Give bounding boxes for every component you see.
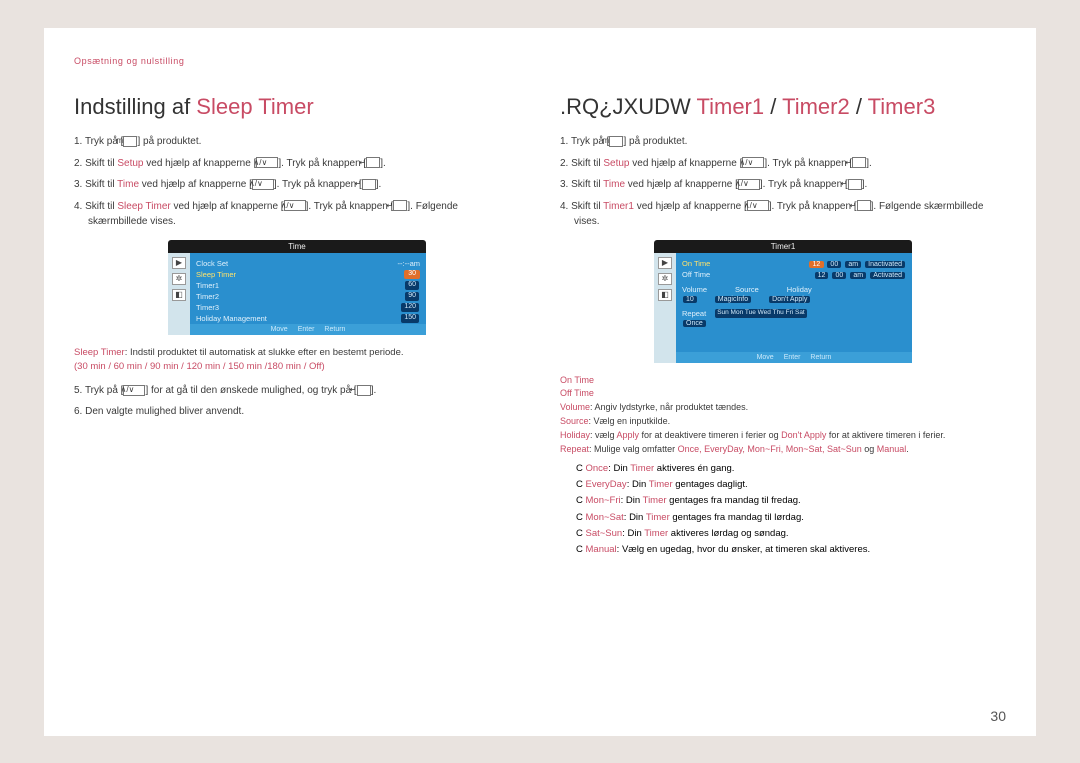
list-item: C EveryDay: Din Timer gentages dagligt. <box>560 477 1006 493</box>
step-1: 1. Tryk på [m] på produktet. <box>74 134 520 150</box>
left-column: Indstilling af Sleep Timer 1. Tryk på [m… <box>74 94 520 558</box>
osd-sidebar: ▶ ✲ ◧ <box>168 253 190 335</box>
heading-plain: .RQ¿JXUDW <box>560 94 696 119</box>
step-6: 6. Den valgte mulighed bliver anvendt. <box>74 404 520 420</box>
step-4: 4. Skift til Timer1 ved hjælp af knapper… <box>560 199 1006 230</box>
updown-icon: ∧/∨ <box>742 157 764 168</box>
list-item: C Once: Din Timer aktiveres én gang. <box>560 461 1006 477</box>
steps-list-cont: 5. Tryk på [∧/∨] for at gå til den ønske… <box>74 383 520 420</box>
updown-icon: ∧/∨ <box>284 200 306 211</box>
osd-side-btn: ▶ <box>658 257 672 269</box>
osd-title: Timer1 <box>654 240 912 253</box>
updown-icon: ∧/∨ <box>252 179 274 190</box>
osd-screenshot-time: Time ▶ ✲ ◧ Clock Set--:--am Sleep Timer3… <box>168 240 426 336</box>
enter-icon: ↵ <box>393 200 407 211</box>
step-2: 2. Skift til Setup ved hjælp af knappern… <box>560 156 1006 172</box>
osd-screenshot-timer1: Timer1 ▶ ✲ ◧ On Time 12 00 am <box>654 240 912 364</box>
steps-list: 1. Tryk på [m] på produktet. 2. Skift ti… <box>560 134 1006 230</box>
enter-icon: ↵ <box>848 179 862 190</box>
updown-icon: ∧/∨ <box>256 157 278 168</box>
step-4: 4. Skift til Sleep Timer ved hjælp af kn… <box>74 199 520 230</box>
enter-icon: ↵ <box>357 385 371 396</box>
columns: Indstilling af Sleep Timer 1. Tryk på [m… <box>74 94 1006 558</box>
osd-footer: Move Enter Return <box>190 324 426 335</box>
osd-side-btn: ✲ <box>658 273 672 285</box>
list-item: C Mon~Sat: Din Timer gentages fra mandag… <box>560 510 1006 526</box>
step-5: 5. Tryk på [∧/∨] for at gå til den ønske… <box>74 383 520 399</box>
breadcrumb: Opsætning og nulstilling <box>74 56 1006 66</box>
osd-side-btn: ✲ <box>172 273 186 285</box>
list-item: C Sat~Sun: Din Timer aktiveres lørdag og… <box>560 526 1006 542</box>
notes-block: On Time Off Time Volume: Angiv lydstyrke… <box>560 374 1006 458</box>
updown-icon: ∧/∨ <box>747 200 769 211</box>
list-item: C Mon~Fri: Din Timer gentages fra mandag… <box>560 493 1006 509</box>
osd-side-btn: ▶ <box>172 257 186 269</box>
heading-accent: Sleep Timer <box>196 94 313 119</box>
steps-list: 1. Tryk på [m] på produktet. 2. Skift ti… <box>74 134 520 230</box>
right-column: .RQ¿JXUDW Timer1 / Timer2 / Timer3 1. Tr… <box>560 94 1006 558</box>
osd-footer: Move Enter Return <box>676 352 912 363</box>
section-heading-timer: .RQ¿JXUDW Timer1 / Timer2 / Timer3 <box>560 94 1006 120</box>
menu-icon: m <box>123 136 137 147</box>
enter-icon: ↵ <box>852 157 866 168</box>
menu-icon: m <box>609 136 623 147</box>
osd-title: Time <box>168 240 426 253</box>
updown-icon: ∧/∨ <box>738 179 760 190</box>
step-1: 1. Tryk på [m] på produktet. <box>560 134 1006 150</box>
osd-side-btn: ◧ <box>658 289 672 301</box>
enter-icon: ↵ <box>366 157 380 168</box>
heading-plain: Indstilling af <box>74 94 196 119</box>
description-sleep-timer: Sleep Timer: Indstil produktet til autom… <box>74 346 520 375</box>
document-page: Opsætning og nulstilling Indstilling af … <box>44 28 1036 736</box>
repeat-options-list: C Once: Din Timer aktiveres én gang. C E… <box>560 461 1006 558</box>
osd-main-panel: On Time 12 00 am Inactivated Off Time <box>676 253 912 363</box>
osd-side-btn: ◧ <box>172 289 186 301</box>
enter-icon: ↵ <box>857 200 871 211</box>
page-number: 30 <box>990 708 1006 724</box>
updown-icon: ∧/∨ <box>123 385 145 396</box>
section-heading-sleep-timer: Indstilling af Sleep Timer <box>74 94 520 120</box>
step-2: 2. Skift til Setup ved hjælp af knappern… <box>74 156 520 172</box>
list-item: C Manual: Vælg en ugedag, hvor du ønsker… <box>560 542 1006 558</box>
enter-icon: ↵ <box>362 179 376 190</box>
osd-sidebar: ▶ ✲ ◧ <box>654 253 676 363</box>
step-3: 3. Skift til Time ved hjælp af knapperne… <box>560 177 1006 193</box>
osd-main-panel: Clock Set--:--am Sleep Timer30 Timer160 … <box>190 253 426 335</box>
step-3: 3. Skift til Time ved hjælp af knapperne… <box>74 177 520 193</box>
